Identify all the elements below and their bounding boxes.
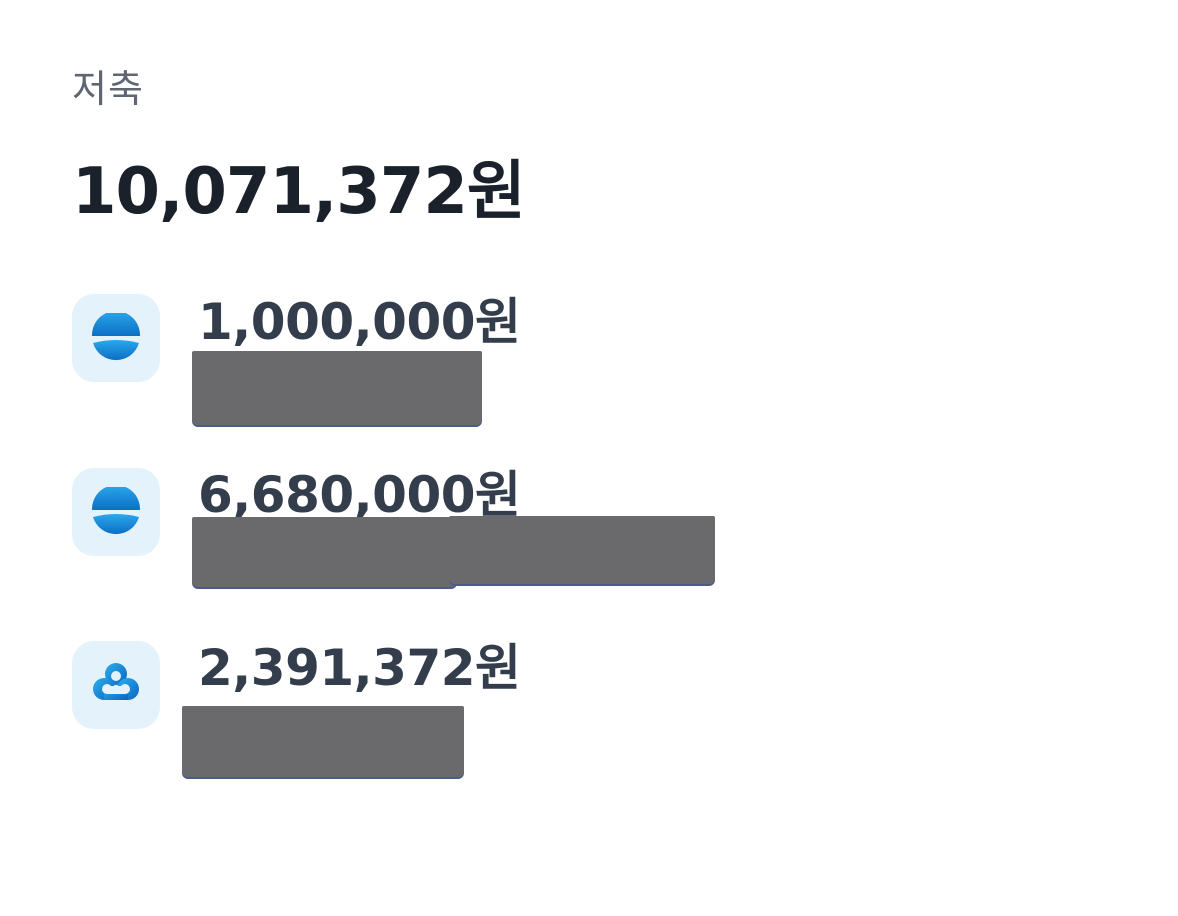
savings-total-amount[interactable]: 10,071,372원 xyxy=(72,140,526,232)
account-balance: 1,000,000원 xyxy=(198,293,521,351)
bank-semicircle-icon xyxy=(72,468,160,556)
redacted-account-name xyxy=(182,706,464,777)
section-title: 저축 xyxy=(72,67,144,111)
account-balance: 2,391,372원 xyxy=(198,639,521,697)
redacted-account-name xyxy=(449,516,715,584)
cloud-clover-bank-icon xyxy=(72,641,160,729)
bank-semicircle-icon xyxy=(72,294,160,382)
redacted-account-name xyxy=(192,351,482,425)
redacted-account-name xyxy=(192,517,457,587)
